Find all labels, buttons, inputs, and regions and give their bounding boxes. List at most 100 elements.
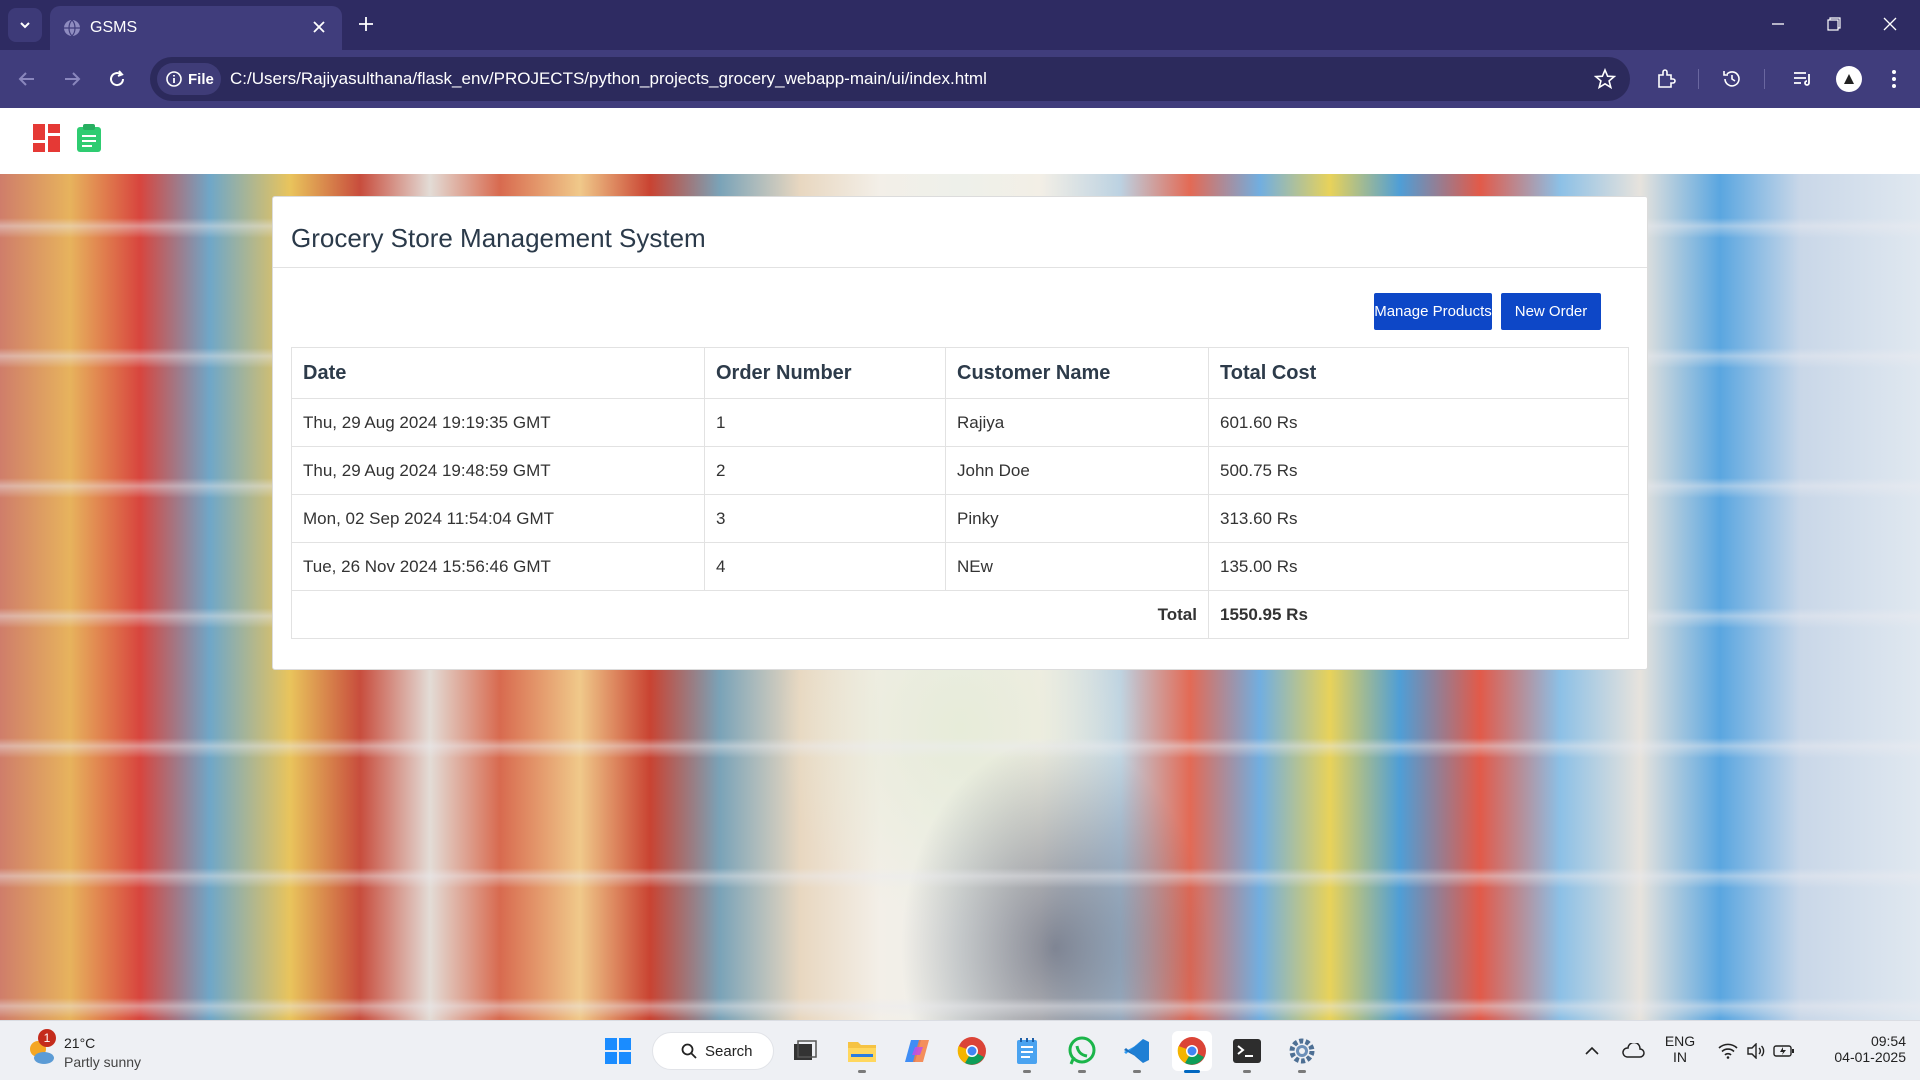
weather-temp: 21°C	[64, 1035, 96, 1051]
manage-products-button[interactable]: Manage Products	[1374, 293, 1492, 330]
site-info-chip[interactable]: File	[157, 63, 221, 95]
order-date: Mon, 02 Sep 2024 11:54:04 GMT	[291, 494, 705, 543]
globe-icon	[64, 19, 80, 37]
order-date: Thu, 29 Aug 2024 19:48:59 GMT	[291, 446, 705, 495]
file-label: File	[188, 70, 214, 88]
grand-total-label: Total	[291, 590, 1209, 639]
weather-condition: Partly sunny	[64, 1054, 142, 1070]
close-tab-icon[interactable]	[308, 16, 330, 38]
settings-gear-icon[interactable]	[1282, 1031, 1322, 1073]
close-window-icon[interactable]	[1870, 8, 1910, 40]
chevron-down-icon	[20, 22, 30, 29]
order-date: Thu, 29 Aug 2024 19:19:35 GMT	[291, 398, 705, 447]
page-content: Grocery Store Management System Manage P…	[0, 108, 1920, 1020]
tab-title: GSMS	[90, 19, 138, 36]
page-title: Grocery Store Management System	[291, 223, 706, 253]
customer-name: Pinky	[945, 494, 1209, 543]
column-header-total-cost: Total Cost	[1208, 347, 1629, 399]
order-total: 500.75 Rs	[1208, 446, 1629, 495]
table-header-row: Date Order Number Customer Name Total Co…	[291, 347, 1629, 399]
column-header-customer-name: Customer Name	[945, 347, 1209, 399]
minimize-icon[interactable]	[1758, 8, 1798, 40]
weather-widget[interactable]: 1 21°C Partly sunny	[24, 1029, 194, 1073]
running-indicator	[858, 1070, 866, 1073]
order-date: Tue, 26 Nov 2024 15:56:46 GMT	[291, 542, 705, 591]
history-icon[interactable]	[1718, 65, 1746, 93]
order-total: 135.00 Rs	[1208, 542, 1629, 591]
info-icon	[166, 71, 182, 87]
table-row: Tue, 26 Nov 2024 15:56:46 GMT 4 NEw 135.…	[291, 542, 1629, 591]
forward-icon[interactable]	[57, 64, 87, 94]
table-total-row: Total 1550.95 Rs	[291, 590, 1629, 639]
column-header-order-number: Order Number	[704, 347, 946, 399]
copilot-icon[interactable]	[897, 1031, 937, 1071]
extensions-icon[interactable]	[1652, 65, 1680, 93]
app-navbar	[0, 108, 1920, 174]
reload-icon[interactable]	[102, 64, 132, 94]
order-number: 4	[704, 542, 946, 591]
task-view-icon[interactable]	[785, 1031, 825, 1071]
whatsapp-icon[interactable]	[1062, 1031, 1102, 1073]
running-indicator	[1133, 1070, 1141, 1073]
orders-panel: Grocery Store Management System Manage P…	[272, 196, 1648, 670]
clock[interactable]: 09:54 04-01-2025	[1806, 1033, 1906, 1065]
language-indicator[interactable]: ENG IN	[1654, 1033, 1706, 1065]
order-number: 3	[704, 494, 946, 543]
back-icon[interactable]	[12, 64, 42, 94]
notification-badge: 1	[38, 1029, 56, 1047]
clock-time: 09:54	[1870, 1033, 1906, 1049]
browser-tabstrip: GSMS	[0, 0, 1920, 50]
search-icon	[681, 1043, 697, 1059]
media-queue-icon[interactable]	[1788, 65, 1816, 93]
file-explorer-icon[interactable]	[842, 1031, 882, 1073]
windows-start-icon[interactable]	[598, 1031, 638, 1071]
customer-name: John Doe	[945, 446, 1209, 495]
chrome-active-icon[interactable]	[1172, 1031, 1212, 1073]
toolbar-divider	[1764, 69, 1765, 89]
running-indicator	[1078, 1070, 1086, 1073]
language-code: ENG	[1664, 1033, 1696, 1049]
url-text[interactable]: C:/Users/Rajiyasulthana/flask_env/PROJEC…	[230, 69, 987, 89]
customer-name: Rajiya	[945, 398, 1209, 447]
notepad-icon[interactable]	[1007, 1031, 1047, 1073]
toolbar-divider	[1698, 69, 1699, 89]
order-number: 1	[704, 398, 946, 447]
order-number: 2	[704, 446, 946, 495]
profile-avatar-icon[interactable]	[1836, 66, 1862, 92]
search-label: Search	[705, 1042, 753, 1060]
bookmark-star-icon[interactable]	[1594, 68, 1616, 90]
onedrive-cloud-icon[interactable]	[1613, 1031, 1653, 1071]
restore-icon[interactable]	[1814, 8, 1854, 40]
clock-date: 04-01-2025	[1834, 1049, 1906, 1065]
active-indicator	[1184, 1070, 1200, 1073]
menu-kebab-icon[interactable]	[1880, 65, 1908, 93]
order-total: 313.60 Rs	[1208, 494, 1629, 543]
chevron-up-icon[interactable]	[1572, 1031, 1612, 1071]
browser-tab[interactable]: GSMS	[50, 6, 342, 50]
region-code: IN	[1673, 1049, 1687, 1065]
tab-list-button[interactable]	[8, 8, 42, 42]
os-taskbar: 1 21°C Partly sunny Search ENG IN 09:54 …	[0, 1020, 1920, 1080]
battery-icon[interactable]	[1764, 1031, 1804, 1071]
orders-table: Date Order Number Customer Name Total Co…	[291, 347, 1629, 639]
order-total: 601.60 Rs	[1208, 398, 1629, 447]
panel-heading: Grocery Store Management System	[273, 197, 1647, 268]
new-tab-icon[interactable]	[352, 10, 380, 38]
address-bar[interactable]: File C:/Users/Rajiyasulthana/flask_env/P…	[150, 57, 1630, 101]
table-row: Mon, 02 Sep 2024 11:54:04 GMT 3 Pinky 31…	[291, 494, 1629, 543]
running-indicator	[1023, 1070, 1031, 1073]
customer-name: NEw	[945, 542, 1209, 591]
running-indicator	[1298, 1070, 1306, 1073]
vscode-icon[interactable]	[1117, 1031, 1157, 1073]
chrome-icon[interactable]	[952, 1031, 992, 1071]
clipboard-icon[interactable]	[74, 123, 104, 153]
table-row: Thu, 29 Aug 2024 19:48:59 GMT 2 John Doe…	[291, 446, 1629, 495]
column-header-date: Date	[291, 347, 705, 399]
terminal-icon[interactable]	[1227, 1031, 1267, 1073]
taskbar-search[interactable]: Search	[652, 1032, 774, 1070]
new-order-button[interactable]: New Order	[1501, 293, 1601, 330]
running-indicator	[1243, 1070, 1251, 1073]
dashboard-icon[interactable]	[32, 123, 62, 153]
grand-total-value: 1550.95 Rs	[1208, 590, 1629, 639]
browser-toolbar: File C:/Users/Rajiyasulthana/flask_env/P…	[0, 50, 1920, 108]
